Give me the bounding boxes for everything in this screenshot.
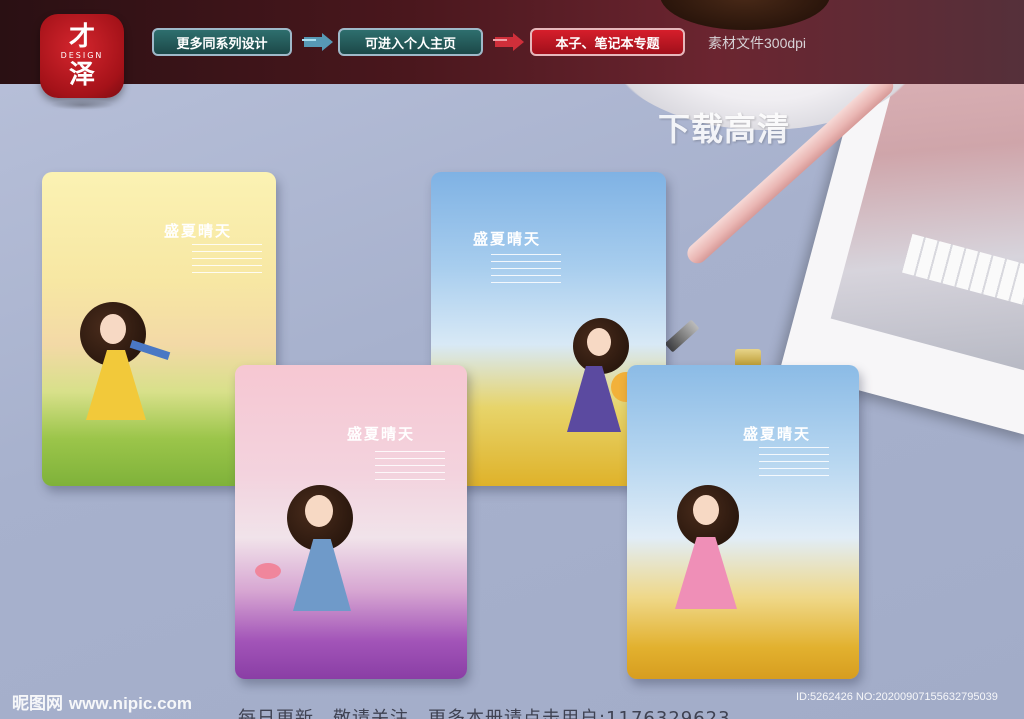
- arrow-right-icon: [493, 33, 524, 51]
- girl-illustration: [76, 302, 176, 452]
- more-series-button[interactable]: 更多同系列设计: [152, 28, 292, 56]
- coffee-icon: [660, 0, 830, 30]
- notebook-subtitle-lines: [192, 244, 262, 278]
- notebook-title: 盛夏晴天: [743, 425, 812, 443]
- arrow-right-icon: [302, 33, 333, 51]
- site-watermark: 昵图网 www.nipic.com: [12, 689, 192, 714]
- logo-char-top: 才: [68, 22, 95, 52]
- notebook-cover-pink-lavender[interactable]: 盛夏晴天: [235, 365, 467, 679]
- girl-illustration: [255, 485, 389, 625]
- footer-notice: 每日更新，敬请关注，更多本册请点击用户:1176329623: [238, 708, 731, 719]
- girl-illustration: [671, 485, 771, 615]
- logo-char-bottom: 泽: [68, 60, 95, 90]
- download-hd-title: 下载高清: [658, 110, 791, 148]
- brand-logo[interactable]: 才 DESIGN 泽: [40, 14, 124, 98]
- logo-shadow: [50, 100, 114, 110]
- notebook-title: 盛夏晴天: [164, 222, 233, 240]
- image-id-label: ID:5262426 NO:20200907155632795039: [796, 691, 998, 703]
- notebook-title: 盛夏晴天: [347, 425, 416, 443]
- notebook-subtitle-lines: [759, 447, 829, 481]
- notebook-title: 盛夏晴天: [473, 230, 542, 248]
- site-name: 昵图网: [12, 694, 63, 714]
- notebook-subtitle-lines: [375, 451, 445, 485]
- notebook-cover-golden-field[interactable]: 盛夏晴天: [627, 365, 859, 679]
- site-url: www.nipic.com: [68, 694, 193, 713]
- resolution-label: 素材文件300dpi: [708, 35, 807, 51]
- notebook-subtitle-lines: [491, 254, 561, 288]
- personal-homepage-button[interactable]: 可进入个人主页: [338, 28, 483, 56]
- notebook-topic-button[interactable]: 本子、笔记本专题: [530, 28, 685, 56]
